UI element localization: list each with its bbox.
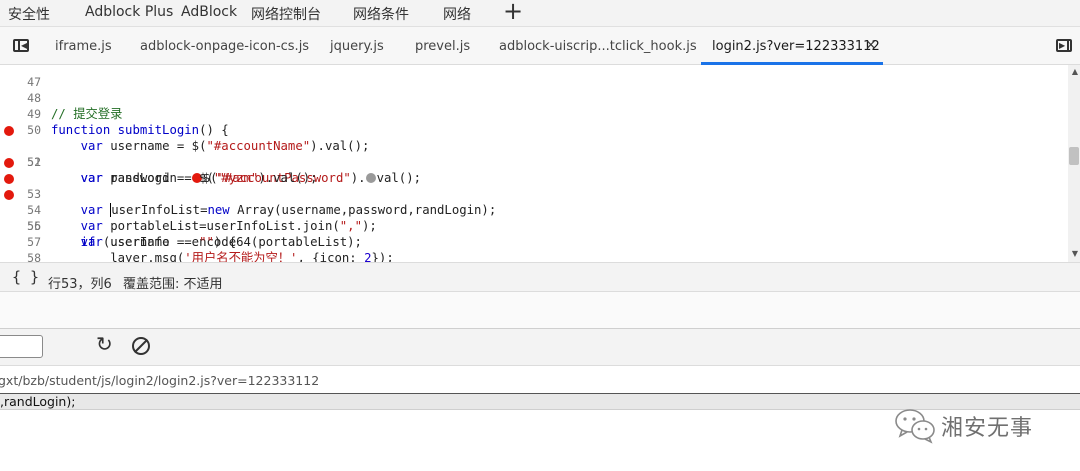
file-tab-jquery[interactable]: jquery.js (330, 39, 384, 54)
breakpoint-marker[interactable] (4, 174, 14, 184)
tab-network[interactable]: 网络 (443, 4, 471, 24)
file-tab-iframe[interactable]: iframe.js (55, 39, 112, 54)
code-line: 51 var password = $("#accountPassword").… (0, 122, 1068, 185)
coverage-status: 覆盖范围: 不适用 (123, 277, 223, 292)
scroll-up-icon[interactable]: ▲ (1072, 67, 1078, 76)
code-line: 57 layer.msg('用户名不能为空！', {icon: 2}); (0, 218, 1068, 262)
editor-scrollbar[interactable]: ▲ ▼ (1068, 65, 1080, 262)
code-line: 59 } (0, 250, 1068, 262)
tab-security[interactable]: 安全性 (8, 4, 50, 24)
console-filter-input[interactable] (0, 335, 43, 358)
toggle-debugger-icon[interactable]: ▶ (1056, 39, 1072, 52)
file-tab-login2[interactable]: login2.js?ver=122333112 (712, 39, 880, 54)
breakpoint-marker[interactable] (4, 190, 14, 200)
tab-network-conditions[interactable]: 网络条件 (353, 4, 409, 24)
file-tab-adblock-uiscript[interactable]: adblock-uiscrip...tclick_hook.js (499, 39, 697, 54)
file-tab-adblock-onpage[interactable]: adblock-onpage-icon-cs.js (140, 39, 309, 54)
pretty-print-icon[interactable]: { } (12, 268, 39, 286)
code-line: 54 var portableList=userInfoList.join(",… (0, 170, 1068, 233)
file-tab-strip: ◀ iframe.js adblock-onpage-icon-cs.js jq… (0, 27, 1080, 65)
devtools-tab-strip: 安全性 Adblock Plus AdBlock 网络控制台 网络条件 网络 + (0, 0, 1080, 27)
add-tab-icon[interactable]: + (503, 0, 523, 24)
editor-status-bar: { } 行53，列6 覆盖范围: 不适用 (0, 262, 1080, 292)
code-line: 52 var randLogin = $("#yzm").val(); (0, 138, 1068, 185)
cursor-position: 行53，列6 (48, 277, 112, 292)
wechat-watermark: 湘安无事 (893, 404, 1063, 444)
breakpoint-marker[interactable] (4, 126, 14, 136)
tab-adblock[interactable]: AdBlock (181, 4, 237, 20)
tab-network-console[interactable]: 网络控制台 (251, 4, 321, 24)
code-line: 58 return false; (0, 234, 1068, 262)
code-line: 49 function submitLogin() { (0, 90, 1068, 137)
code-editor[interactable]: 47 48 // 提交登录 49 function submitLogin() … (0, 65, 1080, 262)
console-code-text: ,randLogin); (0, 394, 76, 409)
file-tab-prevel[interactable]: prevel.js (415, 39, 470, 54)
code-line: 47 (0, 65, 1068, 89)
code-line: 48 // 提交登录 (0, 74, 1068, 121)
refresh-icon[interactable]: ↻ (96, 334, 116, 354)
code-line: 56 if (username == "") { (0, 202, 1068, 249)
breakpoint-marker[interactable] (4, 158, 14, 168)
scrollbar-thumb[interactable] (1069, 147, 1079, 165)
tab-adblock-plus[interactable]: Adblock Plus (85, 4, 173, 20)
code-line: 55 var userInfo = encode64(portableList)… (0, 186, 1068, 249)
console-source-url[interactable]: gxt/bzb/student/js/login2/login2.js?ver=… (0, 373, 319, 388)
clear-console-icon[interactable] (132, 337, 150, 355)
toggle-navigator-icon[interactable]: ◀ (13, 39, 29, 52)
wechat-logo-icon (895, 409, 935, 444)
scroll-down-icon[interactable]: ▼ (1072, 249, 1078, 258)
watermark-text: 湘安无事 (941, 416, 1034, 441)
debugger-pane-divider (0, 292, 1080, 328)
console-toolbar: ↻ (0, 328, 1080, 366)
code-line: 53 var userInfoList=new Array(username,p… (0, 154, 1068, 217)
code-line: 50 var username = $("#accountName").val(… (0, 106, 1068, 153)
close-tab-icon[interactable]: × (865, 37, 877, 53)
